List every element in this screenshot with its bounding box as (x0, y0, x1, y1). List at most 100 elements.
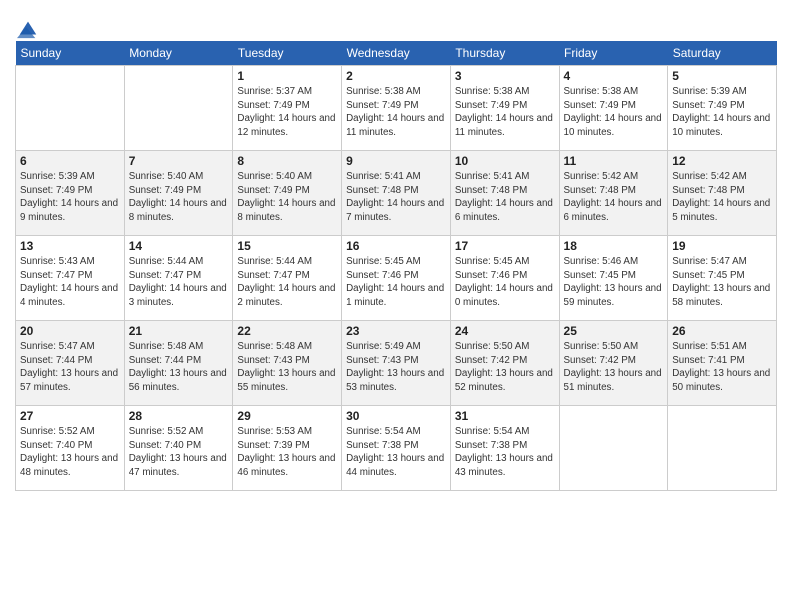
day-number: 16 (346, 239, 446, 253)
day-number: 22 (237, 324, 337, 338)
day-info: Sunrise: 5:38 AM Sunset: 7:49 PM Dayligh… (346, 85, 446, 140)
day-info: Sunrise: 5:54 AM Sunset: 7:38 PM Dayligh… (455, 425, 555, 480)
day-number: 7 (129, 154, 229, 168)
day-number: 21 (129, 324, 229, 338)
day-number: 10 (455, 154, 555, 168)
day-info: Sunrise: 5:44 AM Sunset: 7:47 PM Dayligh… (237, 255, 337, 310)
calendar-cell: 4Sunrise: 5:38 AM Sunset: 7:49 PM Daylig… (559, 66, 668, 151)
calendar-cell: 28 Sunrise: 5:52 AM Sunset: 7:40 PM Dayli… (124, 406, 233, 491)
calendar-cell: 23Sunrise: 5:49 AM Sunset: 7:43 PM Dayli… (342, 321, 451, 406)
header (15, 10, 777, 33)
day-number: 14 (129, 239, 229, 253)
calendar-cell: 11 Sunrise: 5:42 AM Sunset: 7:48 PM Dayli… (559, 151, 668, 236)
calendar-cell: 9 Sunrise: 5:41 AM Sunset: 7:48 PM Daylig… (342, 151, 451, 236)
day-info: Sunrise: 5:46 AM Sunset: 7:45 PM Dayligh… (564, 255, 664, 310)
day-header-sunday: Sunday (16, 41, 125, 66)
day-number: 29 (237, 409, 337, 423)
day-info: Sunrise: 5:48 AM Sunset: 7:43 PM Dayligh… (237, 340, 337, 395)
day-number: 11 (564, 154, 664, 168)
calendar-cell: 16Sunrise: 5:45 AM Sunset: 7:46 PM Dayli… (342, 236, 451, 321)
day-number: 13 (20, 239, 120, 253)
calendar-page: SundayMondayTuesdayWednesdayThursdayFrid… (0, 0, 792, 612)
calendar-week-row: 6 Sunrise: 5:39 AM Sunset: 7:49 PM Daylig… (16, 151, 777, 236)
day-header-thursday: Thursday (450, 41, 559, 66)
calendar-cell: 13 Sunrise: 5:43 AM Sunset: 7:47 PM Dayli… (16, 236, 125, 321)
day-number: 15 (237, 239, 337, 253)
calendar-cell: 31 Sunrise: 5:54 AM Sunset: 7:38 PM Dayli… (450, 406, 559, 491)
day-info: Sunrise: 5:38 AM Sunset: 7:49 PM Dayligh… (564, 85, 664, 140)
day-info: Sunrise: 5:51 AM Sunset: 7:41 PM Dayligh… (672, 340, 772, 395)
day-info: Sunrise: 5:54 AM Sunset: 7:38 PM Dayligh… (346, 425, 446, 480)
calendar-header-row: SundayMondayTuesdayWednesdayThursdayFrid… (16, 41, 777, 66)
calendar-cell: 5 Sunrise: 5:39 AM Sunset: 7:49 PM Daylig… (668, 66, 777, 151)
calendar-cell: 25Sunrise: 5:50 AM Sunset: 7:42 PM Dayli… (559, 321, 668, 406)
calendar-cell: 3 Sunrise: 5:38 AM Sunset: 7:49 PM Daylig… (450, 66, 559, 151)
day-number: 8 (237, 154, 337, 168)
calendar-cell: 1Sunrise: 5:37 AM Sunset: 7:49 PM Daylig… (233, 66, 342, 151)
day-number: 24 (455, 324, 555, 338)
calendar-cell: 12 Sunrise: 5:42 AM Sunset: 7:48 PM Dayli… (668, 151, 777, 236)
day-info: Sunrise: 5:52 AM Sunset: 7:40 PM Dayligh… (129, 425, 229, 480)
calendar-cell: 2 Sunrise: 5:38 AM Sunset: 7:49 PM Daylig… (342, 66, 451, 151)
calendar-cell: 20 Sunrise: 5:47 AM Sunset: 7:44 PM Dayli… (16, 321, 125, 406)
day-number: 25 (564, 324, 664, 338)
day-info: Sunrise: 5:41 AM Sunset: 7:48 PM Dayligh… (346, 170, 446, 225)
day-info: Sunrise: 5:40 AM Sunset: 7:49 PM Dayligh… (237, 170, 337, 225)
day-number: 6 (20, 154, 120, 168)
calendar-cell: 8 Sunrise: 5:40 AM Sunset: 7:49 PM Daylig… (233, 151, 342, 236)
day-info: Sunrise: 5:43 AM Sunset: 7:47 PM Dayligh… (20, 255, 120, 310)
day-number: 18 (564, 239, 664, 253)
calendar-cell: 19Sunrise: 5:47 AM Sunset: 7:45 PM Dayli… (668, 236, 777, 321)
day-number: 26 (672, 324, 772, 338)
day-number: 17 (455, 239, 555, 253)
day-number: 27 (20, 409, 120, 423)
calendar-cell: 10 Sunrise: 5:41 AM Sunset: 7:48 PM Dayli… (450, 151, 559, 236)
day-number: 20 (20, 324, 120, 338)
calendar-cell: 15 Sunrise: 5:44 AM Sunset: 7:47 PM Dayli… (233, 236, 342, 321)
day-number: 28 (129, 409, 229, 423)
day-info: Sunrise: 5:50 AM Sunset: 7:42 PM Dayligh… (455, 340, 555, 395)
day-number: 5 (672, 69, 772, 83)
day-info: Sunrise: 5:44 AM Sunset: 7:47 PM Dayligh… (129, 255, 229, 310)
calendar-cell: 6 Sunrise: 5:39 AM Sunset: 7:49 PM Daylig… (16, 151, 125, 236)
calendar-cell (16, 66, 125, 151)
day-number: 12 (672, 154, 772, 168)
calendar-cell: 27Sunrise: 5:52 AM Sunset: 7:40 PM Dayli… (16, 406, 125, 491)
logo (15, 10, 41, 33)
calendar-cell: 18 Sunrise: 5:46 AM Sunset: 7:45 PM Dayli… (559, 236, 668, 321)
day-info: Sunrise: 5:42 AM Sunset: 7:48 PM Dayligh… (672, 170, 772, 225)
calendar-week-row: 20 Sunrise: 5:47 AM Sunset: 7:44 PM Dayli… (16, 321, 777, 406)
day-number: 3 (455, 69, 555, 83)
day-header-wednesday: Wednesday (342, 41, 451, 66)
calendar-cell: 29 Sunrise: 5:53 AM Sunset: 7:39 PM Dayli… (233, 406, 342, 491)
calendar-cell: 30 Sunrise: 5:54 AM Sunset: 7:38 PM Dayli… (342, 406, 451, 491)
day-number: 31 (455, 409, 555, 423)
day-info: Sunrise: 5:38 AM Sunset: 7:49 PM Dayligh… (455, 85, 555, 140)
calendar-cell (559, 406, 668, 491)
logo-icon (17, 18, 39, 40)
day-header-saturday: Saturday (668, 41, 777, 66)
calendar-week-row: 1Sunrise: 5:37 AM Sunset: 7:49 PM Daylig… (16, 66, 777, 151)
day-number: 9 (346, 154, 446, 168)
day-number: 2 (346, 69, 446, 83)
calendar-week-row: 27 Sunrise: 5:52 AM Sunset: 7:40 PM Dayli… (16, 406, 777, 491)
day-info: Sunrise: 5:47 AM Sunset: 7:44 PM Dayligh… (20, 340, 120, 395)
day-info: Sunrise: 5:41 AM Sunset: 7:48 PM Dayligh… (455, 170, 555, 225)
calendar-cell (668, 406, 777, 491)
calendar-cell: 22 Sunrise: 5:48 AM Sunset: 7:43 PM Dayli… (233, 321, 342, 406)
day-info: Sunrise: 5:39 AM Sunset: 7:49 PM Dayligh… (672, 85, 772, 140)
day-number: 23 (346, 324, 446, 338)
calendar-cell: 14 Sunrise: 5:44 AM Sunset: 7:47 PM Dayli… (124, 236, 233, 321)
day-header-friday: Friday (559, 41, 668, 66)
day-info: Sunrise: 5:48 AM Sunset: 7:44 PM Dayligh… (129, 340, 229, 395)
calendar-cell: 24 Sunrise: 5:50 AM Sunset: 7:42 PM Dayli… (450, 321, 559, 406)
day-number: 30 (346, 409, 446, 423)
day-info: Sunrise: 5:42 AM Sunset: 7:48 PM Dayligh… (564, 170, 664, 225)
calendar-week-row: 13 Sunrise: 5:43 AM Sunset: 7:47 PM Dayli… (16, 236, 777, 321)
day-info: Sunrise: 5:45 AM Sunset: 7:46 PM Dayligh… (455, 255, 555, 310)
calendar-table: SundayMondayTuesdayWednesdayThursdayFrid… (15, 41, 777, 491)
day-info: Sunrise: 5:53 AM Sunset: 7:39 PM Dayligh… (237, 425, 337, 480)
day-number: 1 (237, 69, 337, 83)
calendar-cell (124, 66, 233, 151)
day-info: Sunrise: 5:39 AM Sunset: 7:49 PM Dayligh… (20, 170, 120, 225)
